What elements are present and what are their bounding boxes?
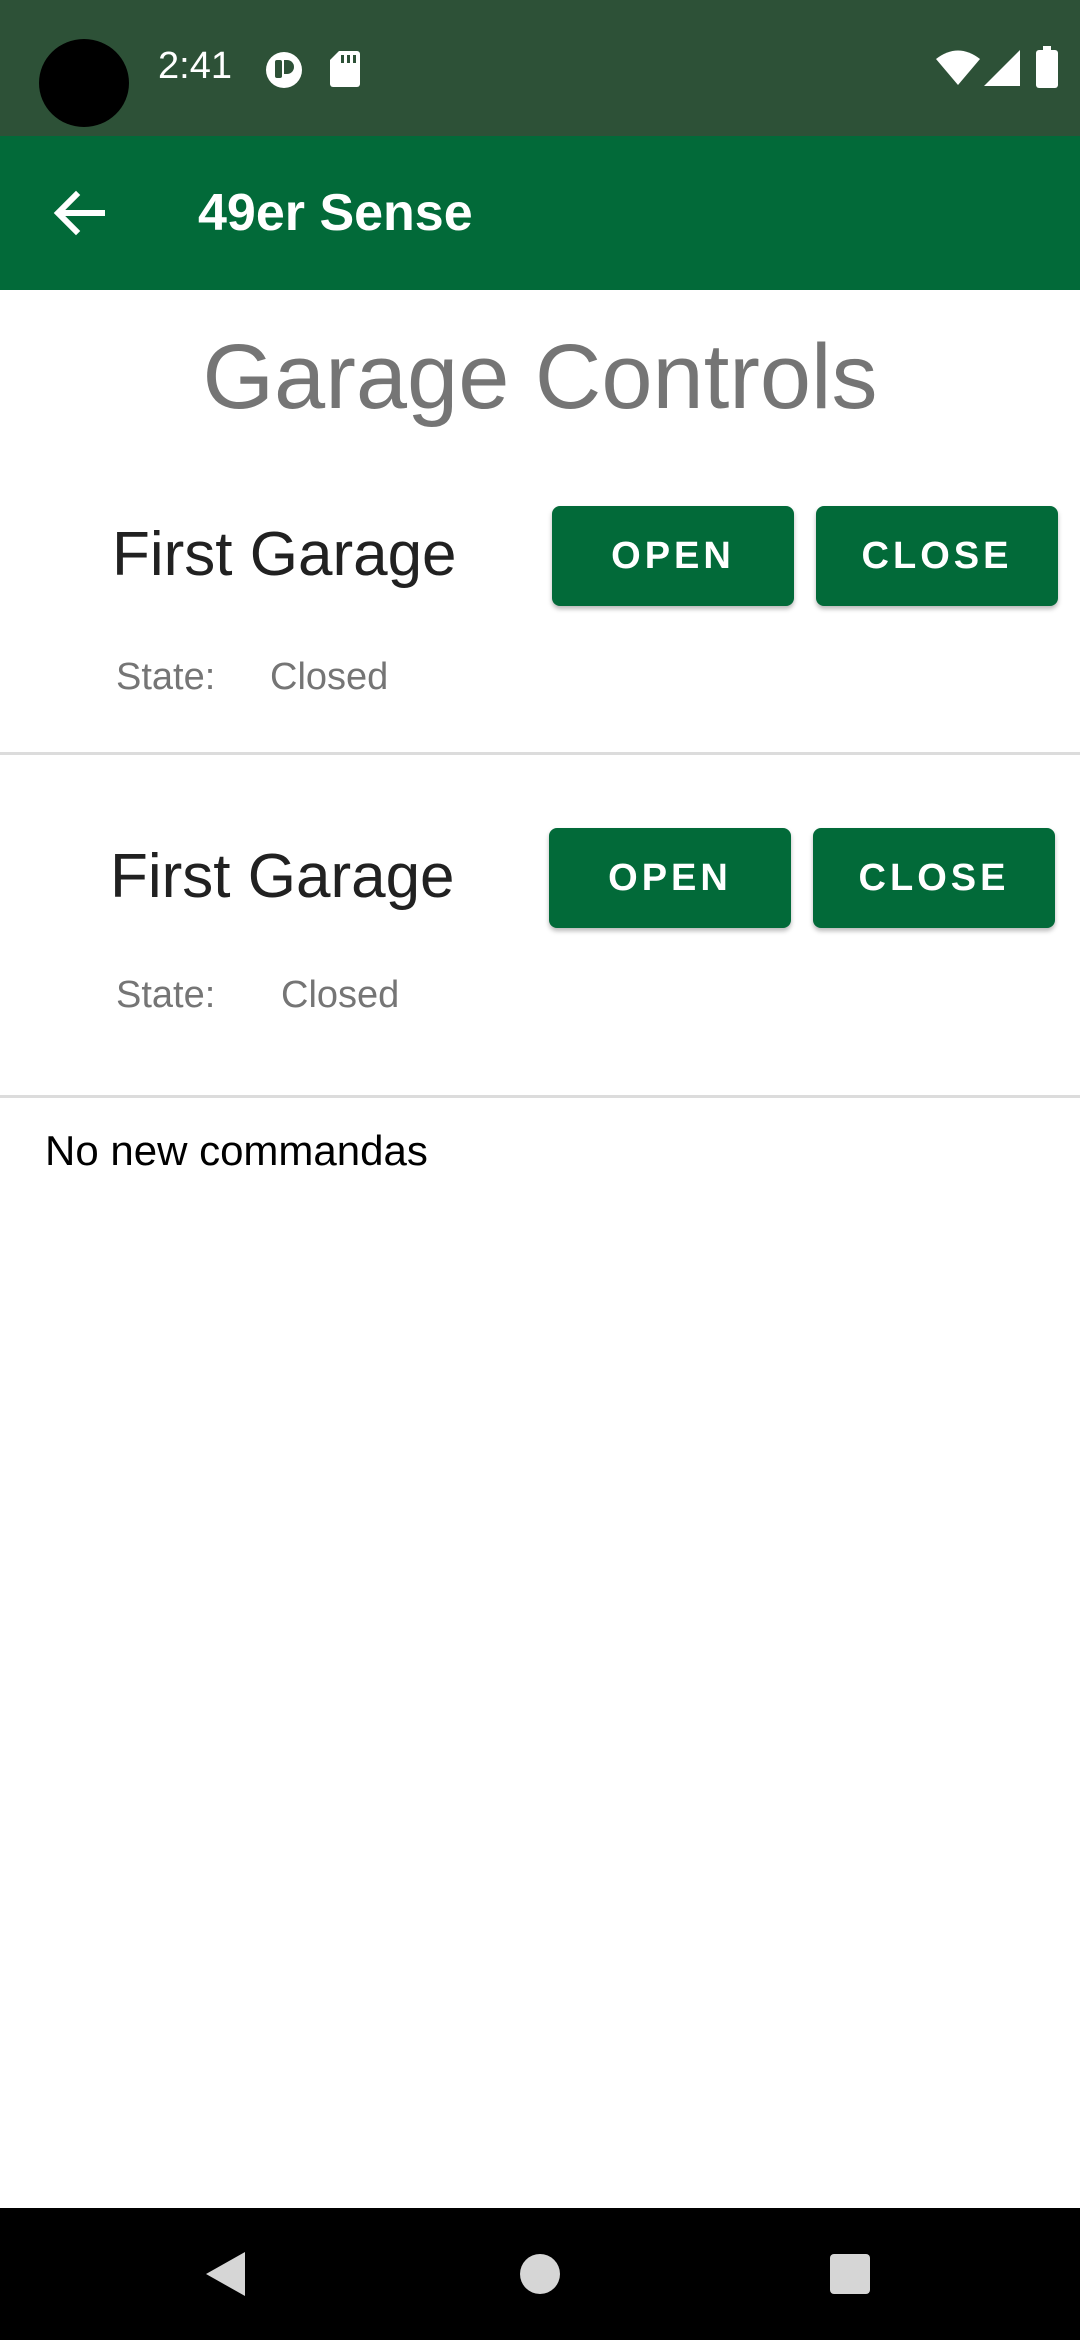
state-value: Closed (270, 656, 389, 698)
arrow-left-icon (40, 173, 120, 253)
close-button[interactable]: CLOSE (813, 828, 1055, 928)
home-circle-icon (490, 2224, 590, 2324)
navigation-bar (0, 2208, 1080, 2340)
app-title: 49er Sense (198, 184, 473, 242)
state-label: State: (116, 656, 216, 698)
sd-card-icon (330, 51, 360, 87)
state-label: State: (116, 974, 216, 1016)
status-bar: 2:41 (0, 0, 1080, 136)
app-bar: 49er Sense (0, 136, 1080, 290)
notification-app-icon (264, 50, 304, 90)
garage-name: First Garage (110, 842, 455, 911)
state-value: Closed (281, 974, 400, 1016)
recents-square-icon (800, 2224, 900, 2324)
nav-recents-button[interactable] (800, 2224, 900, 2324)
signal-icon (984, 50, 1020, 86)
open-button[interactable]: OPEN (552, 506, 794, 606)
back-triangle-icon (176, 2224, 276, 2324)
battery-icon (1036, 46, 1058, 88)
close-button[interactable]: CLOSE (816, 506, 1058, 606)
open-button[interactable]: OPEN (549, 828, 791, 928)
divider (0, 752, 1080, 755)
garage-name: First Garage (112, 520, 457, 589)
nav-back-button[interactable] (176, 2224, 276, 2324)
nav-home-button[interactable] (490, 2224, 590, 2324)
screen: 2:41 49er Sense Garage Controls First Ga… (0, 0, 1080, 2340)
divider (0, 1095, 1080, 1098)
wifi-icon (936, 50, 980, 86)
command-message: No new commandas (45, 1127, 428, 1174)
camera-cutout (39, 39, 129, 127)
status-time: 2:41 (158, 45, 232, 87)
back-button[interactable] (40, 173, 120, 253)
page-title: Garage Controls (202, 326, 878, 428)
